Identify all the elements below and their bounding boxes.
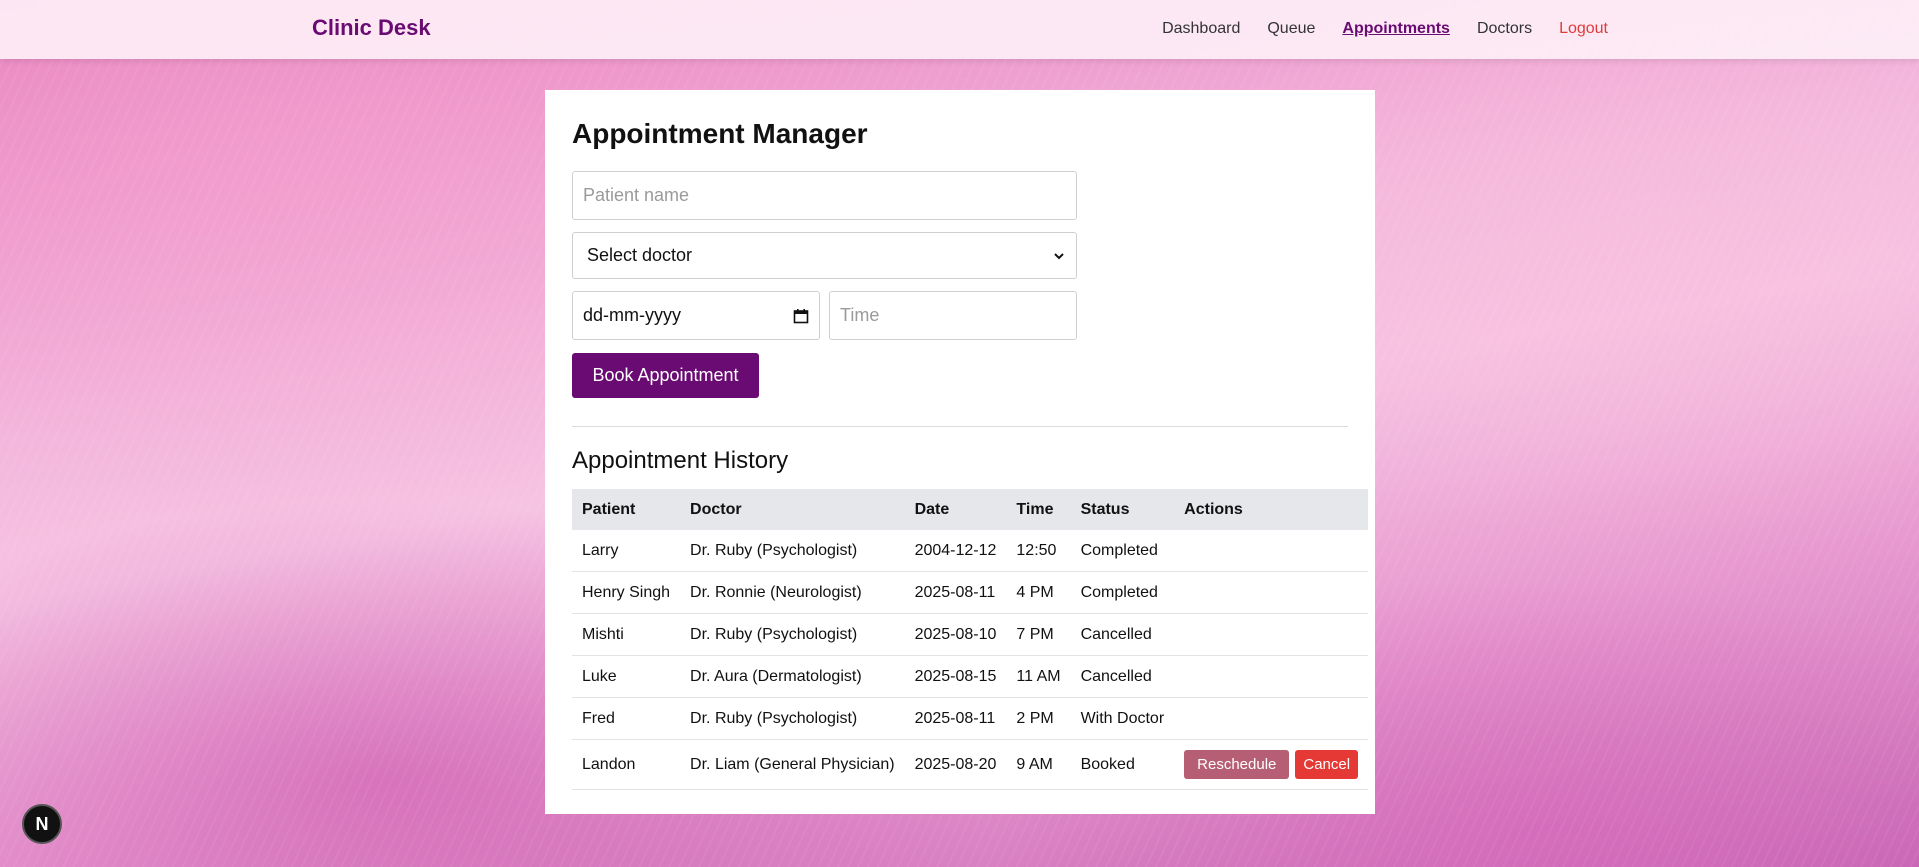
appointment-card: Appointment Manager Patient name Select … — [545, 90, 1375, 814]
cell-date: 2025-08-10 — [904, 613, 1007, 656]
table-row: Fred Dr. Ruby (Psychologist) 2025-08-11 … — [572, 697, 1369, 740]
patient-name-placeholder: Patient name — [583, 185, 690, 205]
doctor-select[interactable]: Select doctor — [572, 232, 1077, 279]
cell-date: 2025-08-20 — [904, 739, 1007, 790]
cell-actions — [1174, 530, 1369, 572]
column-header: Status — [1070, 489, 1175, 530]
column-header: Time — [1006, 489, 1071, 530]
column-header: Doctor — [680, 489, 905, 530]
column-header: Patient — [572, 489, 681, 530]
cell-doctor: Dr. Ruby (Psychologist) — [680, 697, 905, 740]
table-row: Henry Singh Dr. Ronnie (Neurologist) 202… — [572, 571, 1369, 614]
date-placeholder: dd-mm-yyyy — [583, 305, 681, 325]
cell-status: Cancelled — [1070, 655, 1175, 698]
cell-date: 2025-08-11 — [904, 697, 1007, 740]
cell-actions — [1174, 655, 1369, 698]
column-header: Date — [904, 489, 1007, 530]
table-row: Larry Dr. Ruby (Psychologist) 2004-12-12… — [572, 530, 1369, 572]
date-input[interactable]: dd-mm-yyyy — [572, 291, 820, 340]
time-placeholder: Time — [840, 305, 880, 325]
table-row: Mishti Dr. Ruby (Psychologist) 2025-08-1… — [572, 613, 1369, 656]
cell-patient: Larry — [572, 530, 681, 572]
table-row: Luke Dr. Aura (Dermatologist) 2025-08-15… — [572, 655, 1369, 698]
cell-time: 12:50 — [1006, 530, 1071, 572]
cell-actions — [1174, 571, 1369, 614]
nav-doctors[interactable]: Doctors — [1477, 20, 1532, 38]
table-header-row: Patient Doctor Date Time Status Actions — [572, 489, 1369, 530]
column-header: Actions — [1174, 489, 1369, 530]
cell-doctor: Dr. Aura (Dermatologist) — [680, 655, 905, 698]
doctor-select-value: Select doctor — [587, 245, 693, 265]
cell-status: Completed — [1070, 530, 1175, 572]
navbar: Clinic Desk Dashboard Queue Appointments… — [0, 0, 1919, 59]
page-title: Appointment Manager — [572, 118, 868, 149]
history-title: Appointment History — [572, 447, 789, 474]
cell-patient: Fred — [572, 697, 681, 740]
cell-time: 4 PM — [1006, 571, 1071, 614]
nav-links: Dashboard Queue Appointments Doctors Log… — [1162, 20, 1608, 38]
cell-time: 11 AM — [1006, 655, 1071, 698]
cell-date: 2025-08-11 — [904, 571, 1007, 614]
cell-status: With Doctor — [1070, 697, 1175, 740]
cell-actions — [1174, 613, 1369, 656]
calendar-icon[interactable] — [793, 308, 809, 324]
appointment-history-table: Patient Doctor Date Time Status Actions … — [572, 489, 1369, 790]
cell-status: Booked — [1070, 739, 1175, 790]
cell-date: 2025-08-15 — [904, 655, 1007, 698]
cell-date: 2004-12-12 — [904, 530, 1007, 572]
cell-time: 9 AM — [1006, 739, 1071, 790]
cell-time: 7 PM — [1006, 613, 1071, 656]
cell-status: Completed — [1070, 571, 1175, 614]
cell-doctor: Dr. Ruby (Psychologist) — [680, 613, 905, 656]
nav-queue[interactable]: Queue — [1267, 20, 1315, 38]
chevron-down-icon — [1054, 252, 1064, 259]
nav-appointments[interactable]: Appointments — [1342, 20, 1450, 38]
patient-name-input[interactable]: Patient name — [572, 171, 1077, 220]
cell-status: Cancelled — [1070, 613, 1175, 656]
divider — [572, 426, 1348, 427]
table-row: Landon Dr. Liam (General Physician) 2025… — [572, 739, 1369, 790]
cell-time: 2 PM — [1006, 697, 1071, 740]
nav-dashboard[interactable]: Dashboard — [1162, 20, 1240, 38]
cell-patient: Luke — [572, 655, 681, 698]
cancel-button[interactable]: Cancel — [1295, 750, 1359, 779]
book-appointment-button[interactable]: Book Appointment — [572, 353, 759, 398]
cell-patient: Henry Singh — [572, 571, 681, 614]
cell-actions — [1174, 697, 1369, 740]
nextjs-dev-badge[interactable]: N — [22, 804, 62, 844]
cell-doctor: Dr. Ruby (Psychologist) — [680, 530, 905, 572]
cell-patient: Mishti — [572, 613, 681, 656]
cell-patient: Landon — [572, 739, 681, 790]
nav-logout[interactable]: Logout — [1559, 20, 1608, 38]
reschedule-button[interactable]: Reschedule — [1184, 750, 1290, 779]
time-input[interactable]: Time — [829, 291, 1077, 340]
cell-doctor: Dr. Ronnie (Neurologist) — [680, 571, 905, 614]
cell-doctor: Dr. Liam (General Physician) — [680, 739, 905, 790]
cell-actions: Reschedule Cancel — [1174, 739, 1369, 790]
brand-logo[interactable]: Clinic Desk — [312, 15, 431, 41]
